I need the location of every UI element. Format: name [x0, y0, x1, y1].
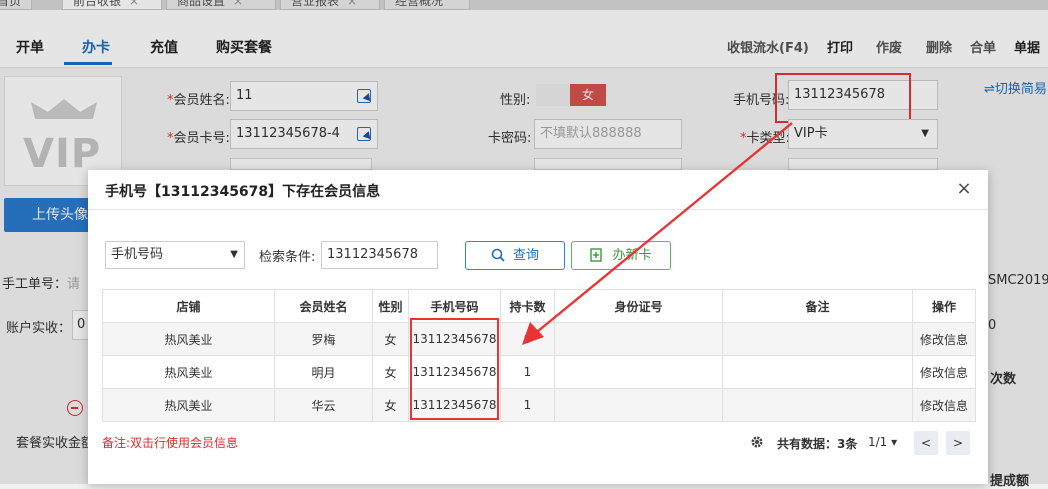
cell-id-number [554, 322, 723, 356]
cell-gender: 女 [372, 322, 409, 356]
cell-card-count: 1 [500, 355, 555, 389]
cell-id-number [554, 388, 723, 422]
search-type-select[interactable]: 手机号码 ▼ [105, 241, 245, 269]
table-row[interactable]: 热风美业 罗梅 女 13112345678 0 修改信息 [102, 322, 976, 356]
column-gender: 性别 [372, 289, 409, 323]
dialog-note: 备注:双击行使用会员信息 [102, 436, 239, 450]
cell-name: 明月 [274, 355, 373, 389]
dialog-title: 手机号【13112345678】下存在会员信息 [105, 184, 381, 200]
cell-name: 华云 [274, 388, 373, 422]
cell-store: 热风美业 [102, 322, 275, 356]
search-icon [491, 248, 505, 262]
edit-info-link[interactable]: 修改信息 [912, 355, 976, 389]
edit-info-link[interactable]: 修改信息 [912, 322, 976, 356]
new-card-button[interactable]: 办新卡 [571, 241, 671, 270]
total-count: 共有数据：3条 [777, 437, 858, 451]
cell-id-number [554, 355, 723, 389]
chevron-down-icon: ▼ [230, 249, 238, 260]
close-icon[interactable]: × [954, 179, 974, 199]
cell-card-count: 1 [500, 388, 555, 422]
search-condition-label: 检索条件: [259, 250, 316, 265]
cell-remark [722, 322, 913, 356]
column-card-count: 持卡数 [500, 289, 555, 323]
query-button[interactable]: 查询 [465, 241, 565, 270]
column-member-name: 会员姓名 [274, 289, 373, 323]
member-table: 店铺 会员姓名 性别 手机号码 持卡数 身份证号 备注 操作 热风美业 罗梅 女… [102, 289, 976, 422]
column-remark: 备注 [722, 289, 913, 323]
search-input[interactable]: 13112345678 [321, 241, 438, 269]
cell-store: 热风美业 [102, 355, 275, 389]
column-action: 操作 [912, 289, 976, 323]
cell-gender: 女 [372, 388, 409, 422]
cell-store: 热风美业 [102, 388, 275, 422]
dialog-header: 手机号【13112345678】下存在会员信息 × [88, 170, 988, 210]
cell-remark [722, 355, 913, 389]
page-selector[interactable]: 1/1 ▾ [868, 435, 897, 449]
gear-icon[interactable] [750, 435, 764, 449]
cell-remark [722, 388, 913, 422]
phone-column-highlight-box [410, 318, 499, 420]
column-id-number: 身份证号 [554, 289, 723, 323]
cell-card-count: 0 [500, 322, 555, 356]
edit-info-link[interactable]: 修改信息 [912, 388, 976, 422]
table-row[interactable]: 热风美业 华云 女 13112345678 1 修改信息 [102, 388, 976, 422]
column-store: 店铺 [102, 289, 275, 323]
member-info-dialog: 手机号【13112345678】下存在会员信息 × 手机号码 ▼ 检索条件: 13… [88, 170, 988, 484]
prev-page-button[interactable]: < [914, 431, 938, 455]
next-page-button[interactable]: > [946, 431, 970, 455]
add-card-icon [590, 248, 603, 262]
table-row[interactable]: 热风美业 明月 女 13112345678 1 修改信息 [102, 355, 976, 389]
table-header: 店铺 会员姓名 性别 手机号码 持卡数 身份证号 备注 操作 [102, 289, 976, 323]
cell-name: 罗梅 [274, 322, 373, 356]
cell-gender: 女 [372, 355, 409, 389]
